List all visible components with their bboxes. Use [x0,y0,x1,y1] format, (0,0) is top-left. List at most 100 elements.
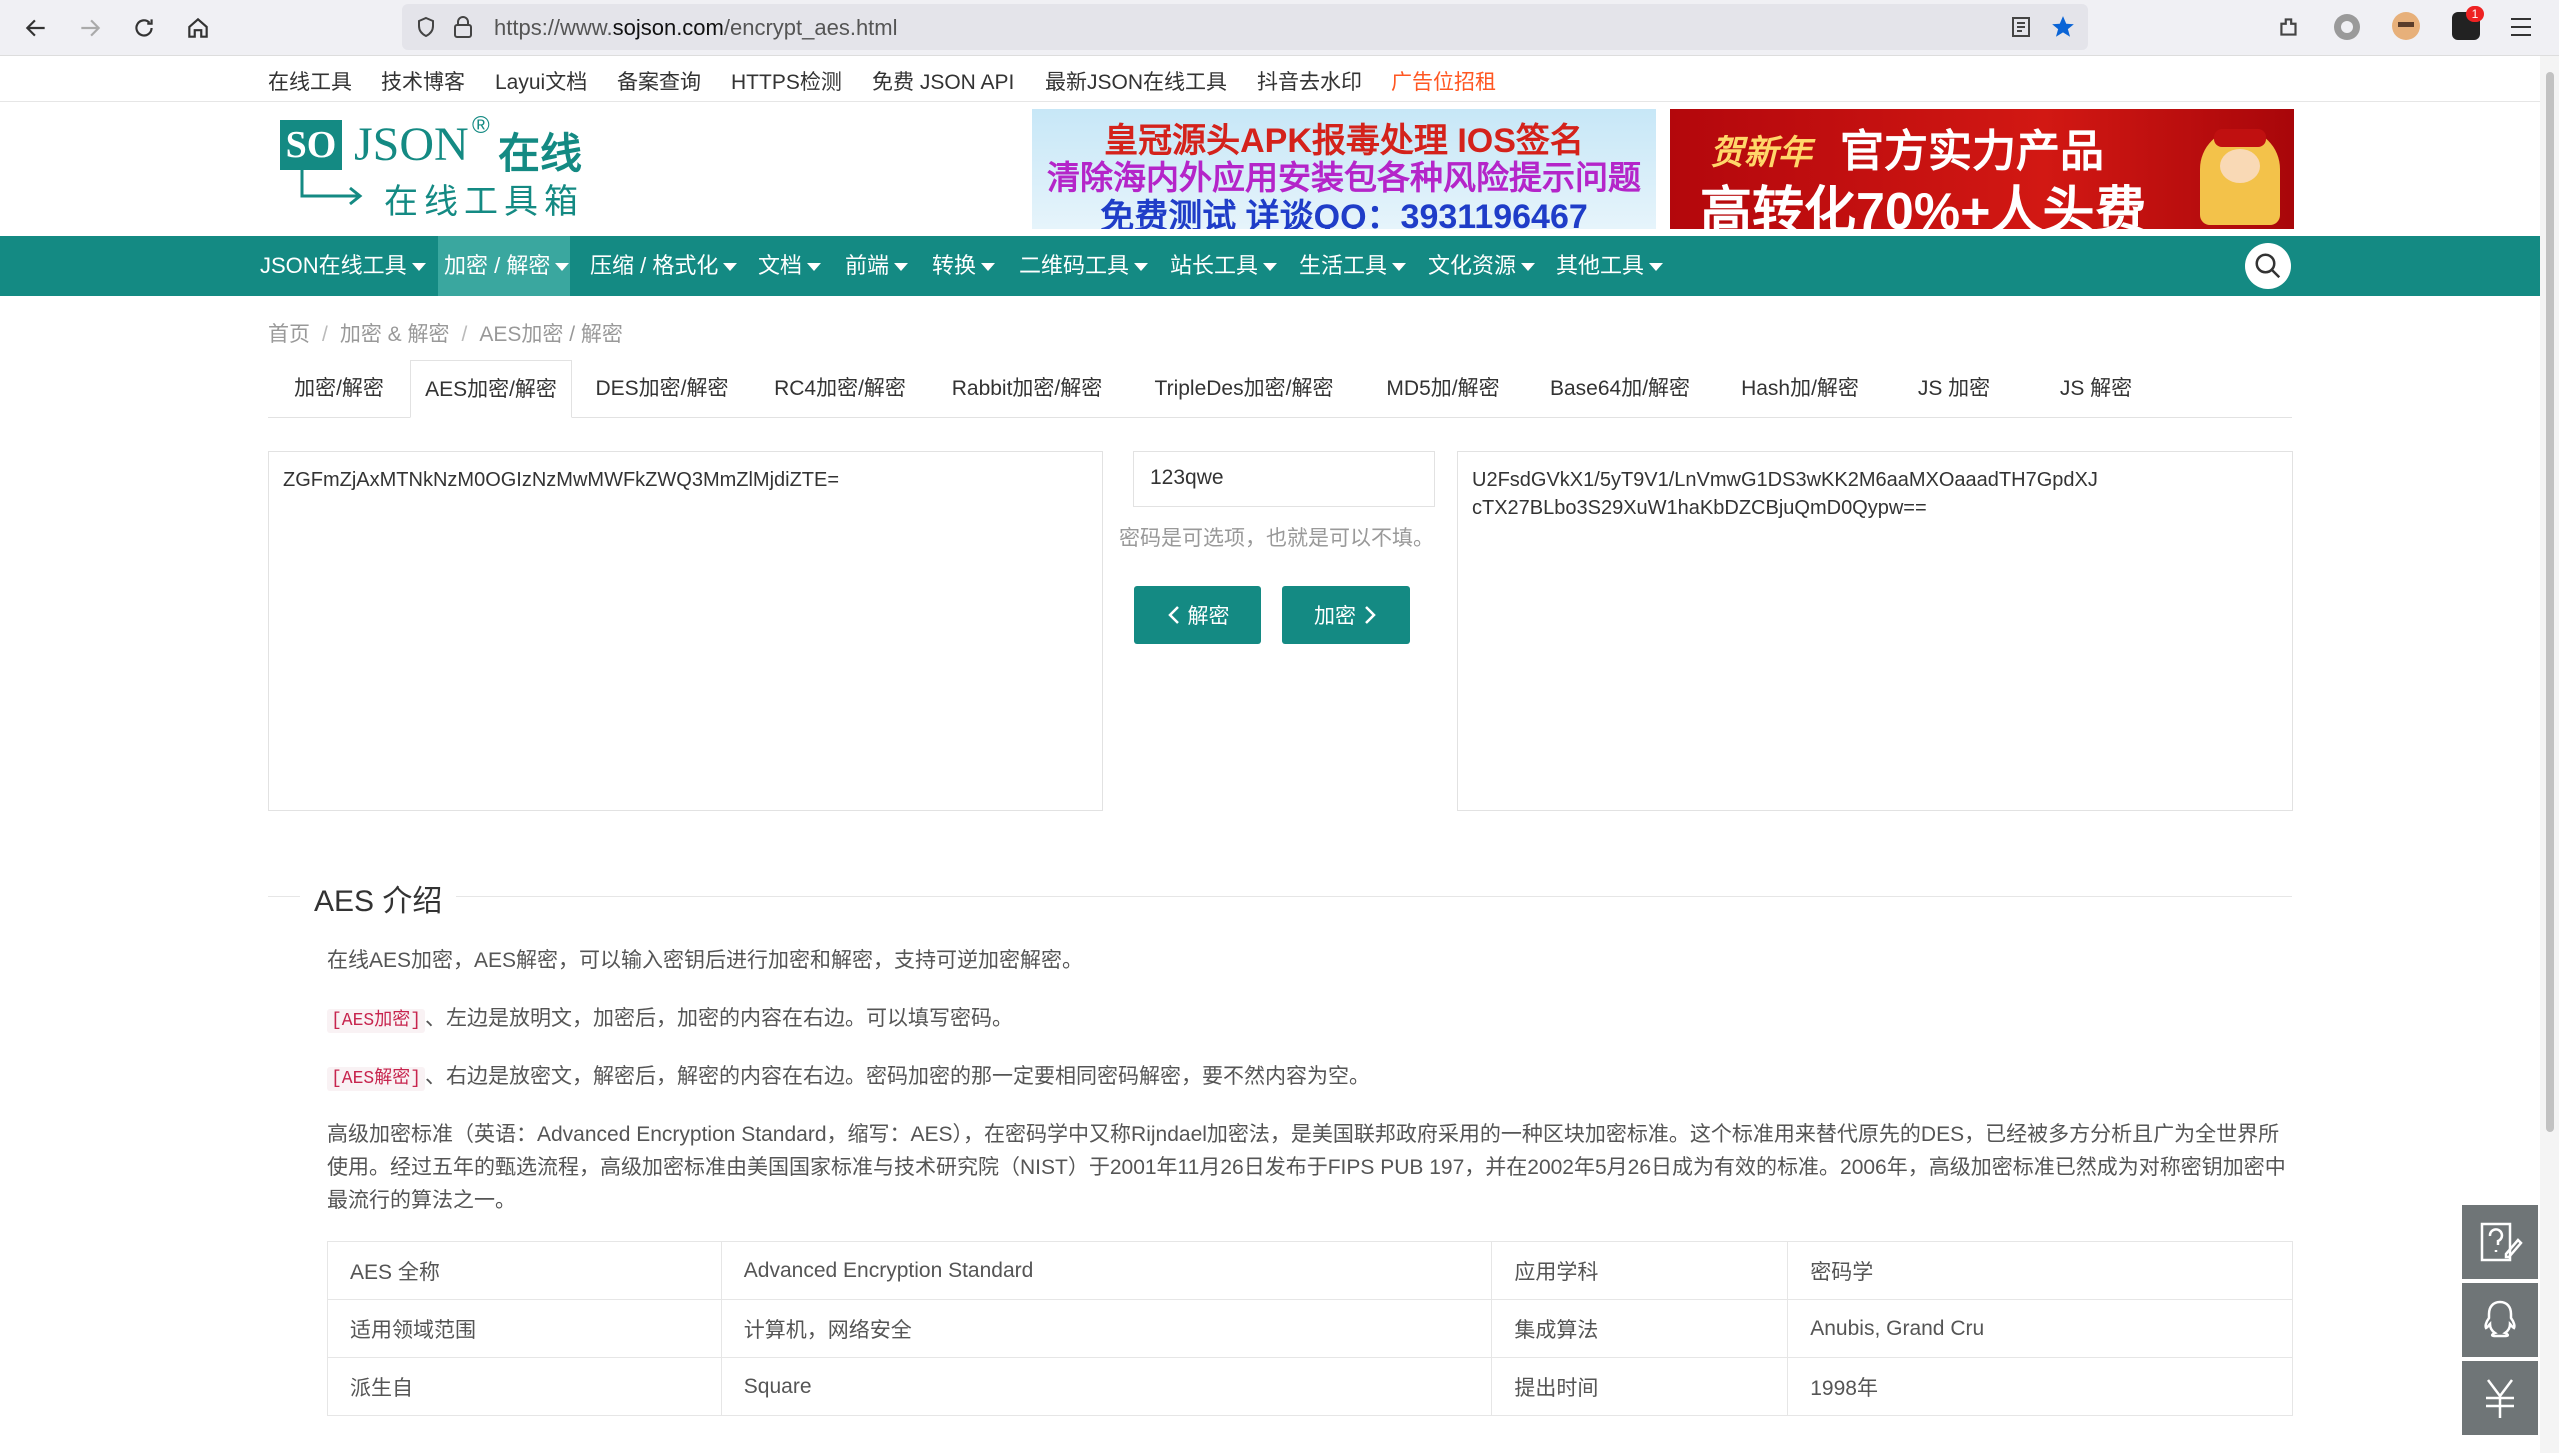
notification-extension-icon[interactable]: 1 [2452,6,2484,40]
tab-aes[interactable]: AES加密/解密 [410,360,572,418]
tool-tabs: 加密/解密 AES加密/解密 DES加密/解密 RC4加密/解密 Rabbit加… [268,360,2292,418]
site-logo[interactable]: SO JSON ® 在线 在线工具箱 [276,112,596,221]
top-link-tools[interactable]: 在线工具 [268,66,352,96]
nav-json-tools[interactable]: JSON在线工具 [254,236,432,296]
intro-paragraph-1: 在线AES加密，AES解密，可以输入密钥后进行加密和解密，支持可逆加密解密。 [327,949,1084,972]
qq-chat-button[interactable] [2462,1283,2538,1357]
avatar-extension-icon[interactable] [2392,12,2420,40]
table-cell: AES 全称 [327,1241,722,1300]
breadcrumb-home[interactable]: 首页 [268,323,310,346]
table-cell: 集成算法 [1491,1299,1789,1358]
bookmark-star-icon[interactable] [2050,14,2076,40]
nav-encrypt-decrypt[interactable]: 加密 / 解密 [438,236,570,296]
top-link-https[interactable]: HTTPS检测 [731,66,842,96]
breadcrumb-current: AES加密 / 解密 [479,323,623,346]
nav-other-tools[interactable]: 其他工具 [1550,236,1669,296]
feedback-button[interactable] [2462,1205,2538,1279]
reload-icon[interactable] [122,6,166,50]
scrollbar-thumb[interactable] [2546,72,2554,1132]
top-links-bar: 在线工具 技术博客 Layui文档 备案查询 HTTPS检测 免费 JSON A… [0,56,2540,102]
caret-down-icon [1134,263,1149,272]
intro-title: AES 介绍 [300,876,457,920]
logo-reg: ® [472,112,490,139]
decrypt-button[interactable]: 解密 [1134,586,1261,644]
password-hint: 密码是可选项，也就是可以不填。 [1119,527,1434,550]
nav-convert[interactable]: 转换 [926,236,1001,296]
main-nav: JSON在线工具 加密 / 解密 压缩 / 格式化 文档 前端 转换 二维码工具… [0,236,2540,296]
table-cell: 密码学 [1787,1241,2293,1300]
breadcrumb-encrypt[interactable]: 加密 & 解密 [340,323,450,346]
table-cell: 提出时间 [1491,1357,1789,1416]
extensions-icon[interactable] [2276,14,2302,40]
tab-js-decrypt[interactable]: JS 解密 [2024,360,2168,418]
nav-frontend[interactable]: 前端 [839,236,914,296]
tab-md5[interactable]: MD5加/解密 [1362,360,1524,418]
table-cell: 派生自 [327,1357,722,1416]
aes-decrypt-code: [AES解密] [327,1067,426,1091]
ad1-line3: 免费测试 详谈QQ：3931196467 [1100,198,1588,229]
question-edit-icon [2480,1222,2523,1262]
forward-icon[interactable] [68,6,112,50]
intro-divider [268,896,2292,897]
tab-base64[interactable]: Base64加/解密 [1524,360,1716,418]
reader-view-icon[interactable] [2010,16,2032,38]
intro-paragraph-2: [AES加密] 、左边是放明文，加密后，加密的内容在右边。可以填写密码。 [327,1002,2293,1038]
home-icon[interactable] [176,6,220,50]
nav-webmaster[interactable]: 站长工具 [1164,236,1283,296]
caret-down-icon [1649,263,1664,272]
table-cell: Advanced Encryption Standard [720,1241,1493,1300]
back-icon[interactable] [14,6,58,50]
table-row: AES 全称 Advanced Encryption Standard 应用学科… [327,1241,2293,1300]
logo-tagline: 在线工具箱 [384,184,584,221]
table-cell: 1998年 [1787,1357,2293,1416]
table-cell: 计算机，网络安全 [720,1299,1493,1358]
address-bar[interactable]: https://www.sojson.com/encrypt_aes.html [402,4,2088,50]
top-link-json-tools[interactable]: 最新JSON在线工具 [1045,66,1227,96]
top-link-icp[interactable]: 备案查询 [617,66,701,96]
browser-toolbar: https://www.sojson.com/encrypt_aes.html … [0,0,2559,56]
ciphertext-textarea[interactable]: U2FsdGVkX1/5yT9V1/LnVmwG1DS3wKK2M6aaMXOa… [1457,451,2293,811]
ad-banner-apk[interactable]: 皇冠源头APK报毒处理 IOS签名 清除海内外应用安装包各种风险提示问题 免费测… [1032,109,1656,229]
plaintext-textarea[interactable]: ZGFmZjAxMTNkNzM0OGIzNzMwMWFkZWQ3MmZlMjdi… [268,451,1103,811]
nav-culture[interactable]: 文化资源 [1422,236,1541,296]
caret-down-icon [894,263,909,272]
top-link-blog[interactable]: 技术博客 [381,66,465,96]
search-button[interactable] [2245,243,2291,289]
ad-banner-newyear[interactable]: 贺新年 官方实力产品 高转化70%+人头费 [1670,109,2294,229]
intro-paragraph-3: [AES解密] 、右边是放密文，解密后，解密的内容在右边。密码加密的那一定要相同密… [327,1060,2293,1096]
tab-js-encrypt[interactable]: JS 加密 [1884,360,2024,418]
intro-paragraph-4: 高级加密标准（英语：Advanced Encryption Standard，缩… [327,1123,2286,1212]
circle-extension-icon[interactable] [2334,14,2360,40]
aes-encrypt-code: [AES加密] [327,1009,426,1033]
qq-icon [2484,1300,2516,1338]
tab-rabbit[interactable]: Rabbit加密/解密 [928,360,1126,418]
tab-encrypt-decrypt[interactable]: 加密/解密 [268,360,410,418]
table-row: 适用领域范围 计算机，网络安全 集成算法 Anubis, Grand Cru [327,1299,2293,1358]
donate-button[interactable] [2462,1361,2538,1435]
caret-down-icon [723,263,738,272]
top-link-ads[interactable]: 广告位招租 [1391,66,1496,96]
tab-hash[interactable]: Hash加/解密 [1716,360,1884,418]
lock-icon[interactable] [452,15,474,39]
aes-info-table: AES 全称 Advanced Encryption Standard 应用学科… [327,1241,2293,1416]
tab-rc4[interactable]: RC4加密/解密 [752,360,928,418]
tab-tripledes[interactable]: TripleDes加密/解密 [1126,360,1362,418]
top-link-layui[interactable]: Layui文档 [495,66,587,96]
nav-compress-format[interactable]: 压缩 / 格式化 [584,236,743,296]
chevron-left-icon [1167,606,1179,624]
tab-des[interactable]: DES加密/解密 [572,360,752,418]
top-link-json-api[interactable]: 免费 JSON API [872,66,1014,96]
caret-down-icon [1392,263,1407,272]
url-text: https://www.sojson.com/encrypt_aes.html [494,15,898,40]
table-cell: Anubis, Grand Cru [1787,1299,2293,1358]
god-of-wealth-icon [2200,129,2280,225]
password-input[interactable]: 123qwe [1133,451,1435,507]
logo-cn: 在线 [498,130,583,177]
nav-docs[interactable]: 文档 [752,236,827,296]
top-link-douyin[interactable]: 抖音去水印 [1257,66,1362,96]
menu-icon[interactable] [2508,14,2534,40]
encrypt-button[interactable]: 加密 [1282,586,1410,644]
nav-life-tools[interactable]: 生活工具 [1293,236,1412,296]
nav-qrcode[interactable]: 二维码工具 [1013,236,1154,296]
shield-icon[interactable] [414,15,438,39]
